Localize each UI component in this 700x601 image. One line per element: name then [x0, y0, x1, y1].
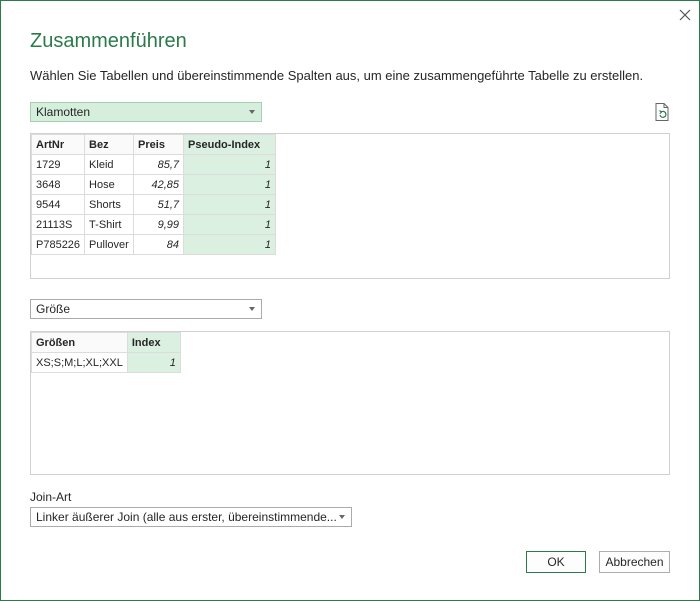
cell-artnr: 21113S: [30, 214, 86, 235]
table-row: XS;S;M;L;XL;XXL 1: [31, 352, 181, 373]
table-row: 21113S T-Shirt 9,99 1: [30, 214, 277, 235]
join-type-dropdown[interactable]: Linker äußerer Join (alle aus erster, üb…: [30, 507, 352, 527]
header-row: Größen Index: [31, 332, 181, 353]
cell-pseudo-index: 1: [183, 154, 277, 175]
cell-bez: Shorts: [84, 194, 135, 215]
cell-pseudo-index: 1: [183, 214, 277, 235]
table-row: P785226 Pullover 84 1: [30, 234, 277, 255]
cell-bez: Pullover: [84, 234, 135, 255]
table-row: 9544 Shorts 51,7 1: [30, 194, 277, 215]
join-type-selected: Linker äußerer Join (alle aus erster, üb…: [36, 510, 337, 524]
cancel-button[interactable]: Abbrechen: [599, 551, 670, 573]
column-header-bez[interactable]: Bez: [84, 134, 135, 155]
chevron-down-icon: [249, 110, 255, 114]
second-table-preview: Größen Index XS;S;M;L;XL;XXL 1: [30, 331, 670, 475]
cell-preis: 42,85: [133, 174, 185, 195]
second-table-selected: Größe: [36, 302, 71, 316]
close-icon[interactable]: [675, 5, 695, 25]
first-table-grid: ArtNr Bez Preis Pseudo-Index 1729 Kleid …: [30, 134, 277, 255]
cell-pseudo-index: 1: [183, 174, 277, 195]
cell-preis: 84: [133, 234, 185, 255]
cell-groessen: XS;S;M;L;XL;XXL: [31, 352, 128, 373]
first-table-selected: Klamotten: [36, 105, 91, 119]
second-table-grid: Größen Index XS;S;M;L;XL;XXL 1: [31, 332, 181, 373]
cell-artnr: 3648: [30, 174, 86, 195]
cell-index: 1: [126, 352, 181, 373]
column-header-groessen[interactable]: Größen: [31, 332, 128, 353]
cell-bez: Hose: [84, 174, 135, 195]
cell-bez: T-Shirt: [84, 214, 135, 235]
dialog-subtitle: Wählen Sie Tabellen und übereinstimmende…: [30, 68, 644, 83]
dialog-title: Zusammenführen: [30, 30, 187, 52]
refresh-document-icon[interactable]: [653, 102, 671, 122]
column-header-pseudo-index[interactable]: Pseudo-Index: [183, 134, 277, 155]
cell-preis: 85,7: [133, 154, 185, 175]
column-header-index[interactable]: Index: [126, 332, 181, 353]
chevron-down-icon: [339, 515, 345, 519]
cell-artnr: 1729: [30, 154, 86, 175]
cell-artnr: P785226: [30, 234, 86, 255]
first-table-preview: ArtNr Bez Preis Pseudo-Index 1729 Kleid …: [30, 133, 670, 279]
join-type-label: Join-Art: [30, 490, 72, 504]
second-table-dropdown[interactable]: Größe: [30, 299, 262, 319]
first-table-dropdown[interactable]: Klamotten: [30, 102, 262, 122]
column-header-preis[interactable]: Preis: [133, 134, 185, 155]
column-header-artnr[interactable]: ArtNr: [30, 134, 86, 155]
cell-pseudo-index: 1: [183, 234, 277, 255]
merge-dialog: Zusammenführen Wählen Sie Tabellen und ü…: [0, 0, 700, 601]
table-row: 1729 Kleid 85,7 1: [30, 154, 277, 175]
cell-bez: Kleid: [84, 154, 135, 175]
cell-preis: 51,7: [133, 194, 185, 215]
header-row: ArtNr Bez Preis Pseudo-Index: [30, 134, 277, 155]
cell-pseudo-index: 1: [183, 194, 277, 215]
cell-preis: 9,99: [133, 214, 185, 235]
ok-button[interactable]: OK: [526, 551, 586, 573]
cell-artnr: 9544: [30, 194, 86, 215]
table-row: 3648 Hose 42,85 1: [30, 174, 277, 195]
chevron-down-icon: [249, 307, 255, 311]
